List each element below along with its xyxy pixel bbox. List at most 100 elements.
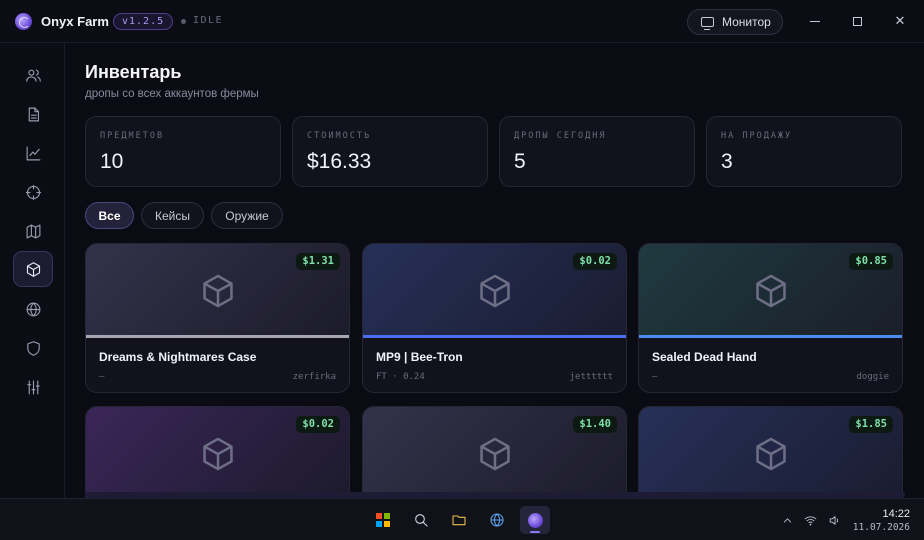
- monitor-label: Монитор: [722, 15, 771, 29]
- sidebar-item-network[interactable]: [13, 291, 53, 327]
- item-meta: FT · 0.24: [376, 372, 425, 382]
- inventory-card[interactable]: $0.02 MP9 | Bee-Tron FT · 0.24 jetttttt: [362, 243, 627, 393]
- page-title: Инвентарь: [85, 62, 182, 82]
- taskbar-onyx-farm-button[interactable]: [520, 506, 550, 534]
- box-icon: [26, 261, 40, 277]
- app-title: Onyx Farm: [41, 14, 109, 29]
- box-icon: [480, 437, 510, 471]
- maximize-icon: [852, 16, 862, 26]
- price-badge: $0.02: [296, 416, 340, 433]
- inventory-card[interactable]: $1.85: [638, 406, 903, 498]
- chart-icon: [26, 146, 40, 160]
- item-meta: —: [652, 372, 658, 382]
- price-badge: $1.85: [849, 416, 893, 433]
- sidebar-item-security[interactable]: [13, 330, 53, 366]
- map-icon: [26, 224, 40, 238]
- inventory-card[interactable]: $0.02: [85, 406, 350, 498]
- box-icon: [756, 437, 786, 471]
- stat-value: 3: [721, 150, 733, 173]
- page-subtitle: дропы со всех аккаунтов фермы: [85, 88, 259, 100]
- sidebar-item-users[interactable]: [13, 57, 53, 93]
- inventory-card[interactable]: $0.85 Sealed Dead Hand — doggie: [638, 243, 903, 393]
- inventory-card[interactable]: $1.40: [362, 406, 627, 498]
- chevron-up-icon: [783, 517, 791, 523]
- close-button[interactable]: ✕: [892, 13, 908, 29]
- sidebar-item-inventory[interactable]: [13, 251, 53, 287]
- monitor-icon: [701, 17, 714, 30]
- file-icon: [28, 107, 39, 121]
- sidebar-item-target[interactable]: [13, 174, 53, 210]
- maximize-button[interactable]: [849, 13, 865, 29]
- price-badge: $1.40: [573, 416, 617, 433]
- rarity-bar: [639, 335, 902, 338]
- stat-card-drops-today: дропы сегодня 5: [499, 116, 695, 187]
- taskbar: 14:22 11.07.2026: [0, 498, 924, 540]
- browser-icon: [490, 513, 504, 527]
- price-badge: $0.02: [573, 253, 617, 270]
- stat-label: на продажу: [721, 131, 793, 141]
- sidebar: [0, 43, 65, 498]
- status-dot-icon: [181, 19, 186, 24]
- app-logo-icon: [15, 13, 32, 30]
- sliders-icon: [26, 380, 40, 394]
- minimize-button[interactable]: [807, 13, 823, 29]
- item-owner: jetttttt: [569, 372, 613, 382]
- sidebar-item-map[interactable]: [13, 213, 53, 249]
- monitor-button[interactable]: Монитор: [687, 9, 783, 35]
- minimize-icon: [810, 20, 820, 22]
- volume-button[interactable]: [827, 513, 841, 527]
- item-name: Sealed Dead Hand: [652, 350, 757, 364]
- start-icon: [376, 513, 390, 527]
- start-button[interactable]: [368, 506, 398, 534]
- rarity-bar: [363, 335, 626, 338]
- stat-value: 10: [100, 150, 124, 173]
- stat-value: 5: [514, 150, 526, 173]
- item-name: Dreams & Nightmares Case: [99, 350, 257, 364]
- search-icon: [415, 514, 428, 527]
- shield-icon: [26, 340, 40, 356]
- stat-label: стоимость: [307, 131, 372, 141]
- title-bar: Onyx Farm v1.2.5 IDLE Монитор ✕: [0, 0, 924, 43]
- clock-time[interactable]: 14:22: [882, 508, 910, 520]
- stat-card-for-sale: на продажу 3: [706, 116, 902, 187]
- stat-label: дропы сегодня: [514, 131, 607, 141]
- price-badge: $0.85: [849, 253, 893, 270]
- box-icon: [480, 274, 510, 308]
- filter-all[interactable]: Все: [85, 202, 134, 229]
- rarity-bar: [86, 335, 349, 338]
- stat-label: предметов: [100, 131, 165, 141]
- wifi-icon: [804, 515, 816, 525]
- stat-card-value: стоимость $16.33: [292, 116, 488, 187]
- item-meta: —: [99, 372, 105, 382]
- box-icon: [203, 274, 233, 308]
- taskbar-explorer-button[interactable]: [444, 506, 474, 534]
- stat-value: $16.33: [307, 150, 372, 173]
- users-icon: [25, 69, 41, 82]
- stat-card-items: предметов 10: [85, 116, 281, 187]
- sidebar-item-logs[interactable]: [13, 96, 53, 132]
- item-name: MP9 | Bee-Tron: [376, 350, 463, 364]
- crosshair-icon: [25, 184, 41, 200]
- main-content: Инвентарь дропы со всех аккаунтов фермы …: [66, 43, 924, 498]
- item-owner: zerfirka: [292, 372, 336, 382]
- folder-icon: [452, 515, 466, 526]
- volume-icon: [829, 515, 838, 525]
- tray-overflow-button[interactable]: [780, 513, 794, 527]
- price-badge: $1.31: [296, 253, 340, 270]
- version-badge: v1.2.5: [113, 13, 174, 30]
- close-icon: ✕: [894, 13, 906, 28]
- taskbar-search-button[interactable]: [406, 506, 436, 534]
- box-icon: [756, 274, 786, 308]
- clock-date[interactable]: 11.07.2026: [853, 522, 910, 533]
- item-owner: doggie: [856, 372, 889, 382]
- inventory-card[interactable]: $1.31 Dreams & Nightmares Case — zerfirk…: [85, 243, 350, 393]
- sidebar-item-settings[interactable]: [13, 369, 53, 405]
- sidebar-item-stats[interactable]: [13, 135, 53, 171]
- filter-cases[interactable]: Кейсы: [141, 202, 204, 229]
- box-icon: [203, 437, 233, 471]
- taskbar-browser-button[interactable]: [482, 506, 512, 534]
- globe-icon: [26, 302, 40, 316]
- status-text: IDLE: [193, 15, 224, 26]
- filter-weapons[interactable]: Оружие: [211, 202, 283, 229]
- wifi-button[interactable]: [803, 513, 817, 527]
